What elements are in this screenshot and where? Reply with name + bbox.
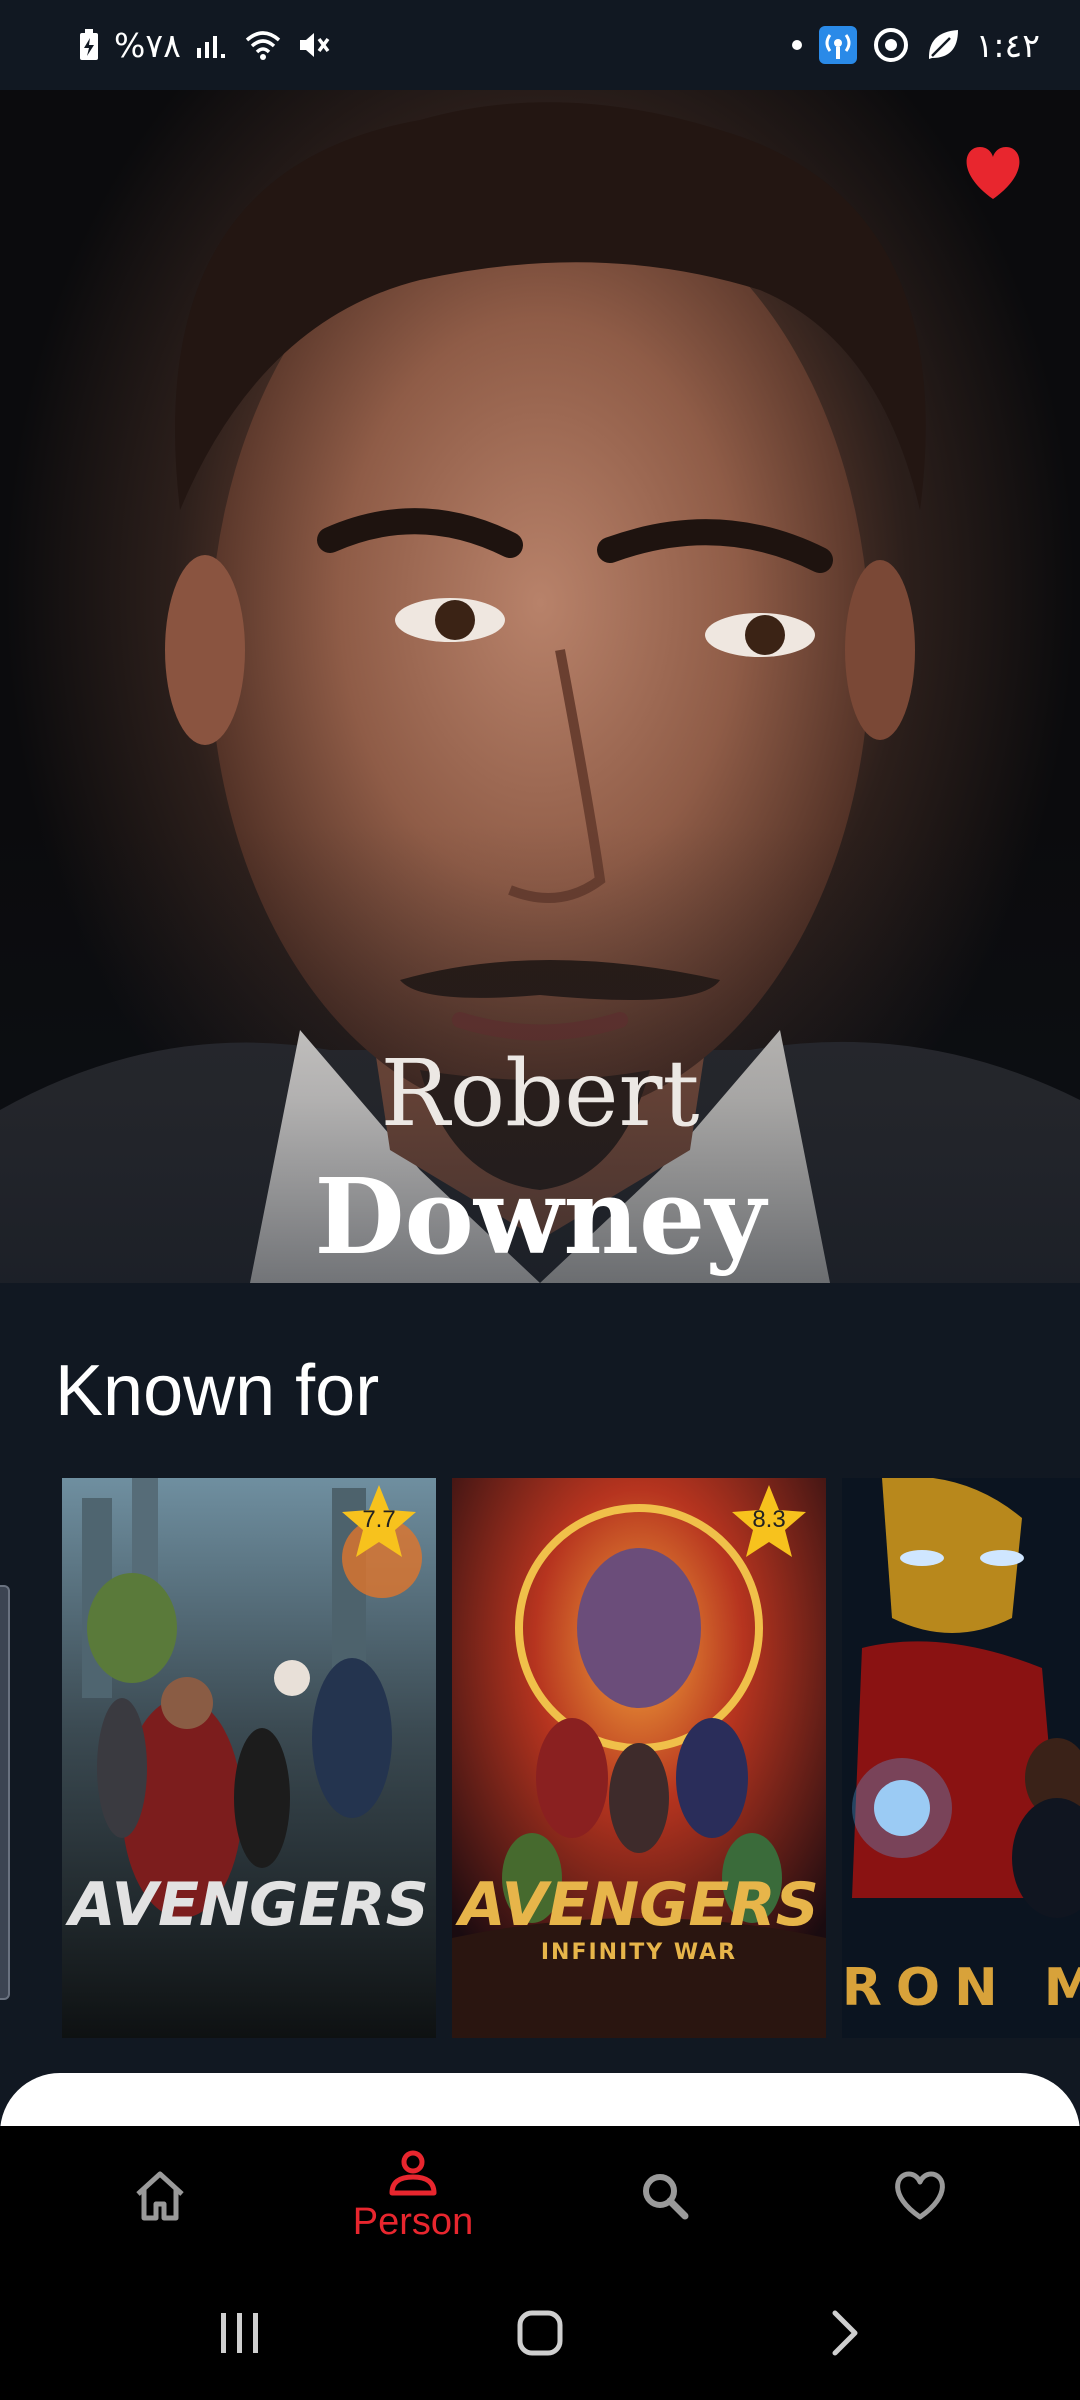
nav-person-label: Person xyxy=(352,2200,474,2243)
clock: ١:٤٢ xyxy=(975,25,1040,65)
favorite-heart-icon[interactable] xyxy=(962,145,1024,201)
battery-charging-icon xyxy=(78,28,100,62)
sync-icon xyxy=(872,26,910,64)
rating-badge: 7.7 xyxy=(340,1482,418,1560)
leaf-icon xyxy=(924,26,962,64)
rating-value: 7.7 xyxy=(362,1506,396,1533)
home-icon xyxy=(136,2171,184,2221)
back-button[interactable] xyxy=(785,2296,905,2370)
rating-badge: 8.3 xyxy=(730,1482,808,1560)
recents-icon xyxy=(221,2313,258,2353)
dot-icon xyxy=(790,38,804,52)
nav-home[interactable] xyxy=(60,2126,260,2266)
movie-poster-iron-man[interactable]: IRON M xyxy=(842,1478,1080,2038)
wifi-icon xyxy=(243,29,283,61)
status-bar: %٧٨ ١:٤٢ xyxy=(0,0,1080,90)
bottom-nav: Person xyxy=(0,2126,1080,2266)
poster-subtitle: INFINITY WAR xyxy=(540,1940,738,1965)
status-left: %٧٨ xyxy=(78,26,331,65)
recent-apps-button[interactable] xyxy=(180,2296,300,2370)
heart-outline-icon xyxy=(895,2171,945,2220)
poster-title: AVENGERS xyxy=(459,1870,819,1940)
movie-poster-infinity-war[interactable]: AVENGERS INFINITY WAR 8.3 xyxy=(452,1478,826,2038)
chevron-right-icon xyxy=(832,2310,858,2356)
search-icon xyxy=(643,2174,689,2220)
person-first-name: Robert xyxy=(380,1040,700,1147)
person-hero: Robert Downey xyxy=(0,90,1080,1283)
hotspot-icon xyxy=(818,25,858,65)
movie-poster-avengers[interactable]: AVENGERS 7.7 xyxy=(62,1478,436,2038)
poster-art xyxy=(62,1478,436,2038)
known-for-carousel[interactable]: AVENGERS 7.7 AVENGERS INFINITY WAR 8.3 R… xyxy=(62,1478,1080,2038)
poster-art xyxy=(842,1478,1080,2038)
poster-title: AVENGERS xyxy=(69,1870,429,1940)
known-for-title: Known for xyxy=(55,1351,380,1431)
status-right: ١:٤٢ xyxy=(790,25,1040,65)
signal-icon xyxy=(195,30,229,60)
person-icon xyxy=(389,2150,437,2195)
mute-icon xyxy=(297,29,331,61)
person-last-name: Downey xyxy=(314,1155,766,1278)
poster-title: IRON M xyxy=(842,1958,1080,2018)
nav-person[interactable]: Person xyxy=(313,2126,513,2266)
nav-favorites[interactable] xyxy=(820,2126,1020,2266)
home-square-icon xyxy=(517,2310,563,2356)
nav-search[interactable] xyxy=(565,2126,765,2266)
battery-level: %٧٨ xyxy=(114,25,181,65)
home-button[interactable] xyxy=(480,2296,600,2370)
rating-value: 8.3 xyxy=(752,1506,786,1533)
system-nav-bar xyxy=(0,2266,1080,2400)
scroll-handle[interactable] xyxy=(0,1585,10,2000)
